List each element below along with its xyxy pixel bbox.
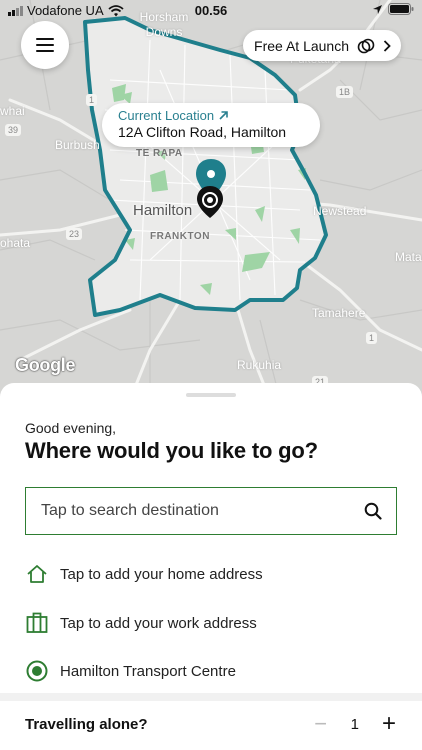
road-shield-39: 39: [5, 124, 22, 136]
sheet-drag-handle[interactable]: [186, 393, 236, 397]
road-shield-1: 1: [86, 94, 98, 106]
greeting-text: Good evening,: [25, 420, 117, 436]
destination-headline: Where would you like to go?: [25, 438, 318, 463]
add-home-address-item[interactable]: Tap to add your home address: [25, 559, 405, 589]
current-location-label-row: Current Location: [118, 108, 304, 123]
home-icon: [25, 562, 49, 586]
current-location-address: 12A Clifton Road, Hamilton: [118, 124, 287, 140]
saved-place-label: Hamilton Transport Centre: [60, 662, 236, 680]
section-divider: [0, 693, 422, 701]
map-label-tamahere: Tamahere: [312, 306, 366, 320]
status-right-icons: [372, 3, 414, 15]
road-shield-1b: 1B: [336, 86, 354, 98]
arrow-up-right-icon: [219, 111, 228, 120]
free-at-launch-button[interactable]: Free At Launch: [243, 30, 401, 61]
pickup-marker-icon: [197, 186, 223, 218]
map-label-rukuhia: Rukuhia: [237, 358, 282, 372]
search-icon: [364, 502, 382, 520]
promo-label: Free At Launch: [254, 37, 349, 54]
map-label-te-rapa: TE RAPA: [136, 148, 183, 159]
chevron-right-icon: [383, 39, 391, 52]
add-home-address-label: Tap to add your home address: [60, 565, 263, 583]
status-bar: Vodafone UA 00.56: [0, 0, 422, 22]
map-label-newstead: Newstead: [313, 204, 367, 218]
passenger-count: 1: [350, 715, 359, 733]
map-label-hamilton: Hamilton: [133, 202, 193, 219]
map-label-whai: whai: [0, 104, 25, 118]
status-time: 00.56: [194, 3, 228, 18]
map-label-ohata: ohata: [0, 236, 31, 250]
target-pin-icon: [25, 659, 49, 683]
battery-icon: [388, 3, 414, 15]
bottom-sheet: Good evening, Where would you like to go…: [0, 383, 422, 750]
map-label-burbush: Burbush: [55, 138, 100, 152]
add-work-address-label: Tap to add your work address: [60, 614, 257, 632]
destination-search-input[interactable]: Tap to search destination: [25, 487, 397, 535]
road-shield-23: 23: [66, 228, 83, 240]
briefcase-icon: [25, 611, 49, 635]
map-view[interactable]: Horsham Downs Puketaha whai Burbush TE R…: [0, 0, 422, 400]
passenger-stepper: − 1 +: [313, 710, 397, 738]
travelling-alone-label: Travelling alone?: [25, 715, 148, 733]
menu-button[interactable]: [21, 21, 69, 69]
map-label-mata: Mata: [395, 250, 422, 264]
current-location-label: Current Location: [118, 108, 215, 123]
search-placeholder: Tap to search destination: [41, 502, 219, 519]
hamburger-icon: [36, 38, 54, 52]
road-shield-1-south: 1: [366, 332, 378, 344]
linked-rings-icon: [357, 38, 375, 53]
increase-passengers-button[interactable]: +: [381, 710, 397, 738]
passenger-count-row: Travelling alone? − 1 +: [25, 709, 397, 739]
google-attribution-logo: Google: [15, 355, 76, 375]
location-arrow-icon: [373, 4, 382, 14]
current-location-bubble[interactable]: Current Location 12A Clifton Road, Hamil…: [102, 103, 320, 147]
decrease-passengers-button[interactable]: −: [313, 711, 329, 737]
map-label-frankton: FRANKTON: [150, 231, 210, 242]
saved-place-item[interactable]: Hamilton Transport Centre: [25, 656, 405, 686]
add-work-address-item[interactable]: Tap to add your work address: [25, 608, 405, 638]
